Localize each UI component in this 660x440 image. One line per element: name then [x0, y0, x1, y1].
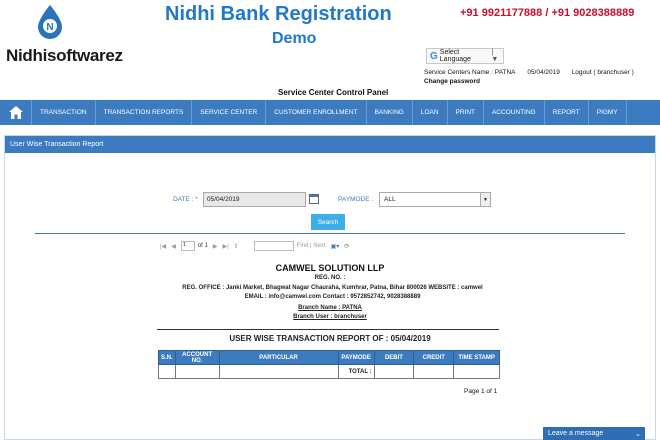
language-label: Select Language [439, 49, 471, 63]
previous-page-icon[interactable]: ◀ [171, 243, 176, 250]
table-cell [413, 364, 455, 379]
header: N Nidhisoftwarez Nidhi Bank Registration… [0, 0, 660, 100]
report-branch-user: Branch User : branchuser [293, 314, 367, 320]
column-header: CREDIT [413, 350, 455, 365]
table-cell [373, 364, 415, 379]
report-office-address: REG. OFFICE : Janki Market, Bhagwat Naga… [182, 285, 483, 300]
nav-print[interactable]: PRINT [448, 100, 485, 125]
home-icon [8, 106, 23, 119]
panel-title: User Wise Transaction Report [5, 136, 655, 153]
chat-label: Leave a message [548, 430, 604, 437]
table-cell [158, 364, 176, 379]
nav-transaction-reports[interactable]: TRANSACTION REPORTS [96, 100, 193, 125]
leave-message-widget[interactable]: Leave a message ⌄ [543, 427, 645, 440]
chevron-down-icon: ▼ [480, 193, 490, 206]
report-page-indicator: Page 1 of 1 [464, 388, 498, 395]
nav-accounting[interactable]: ACCOUNTING [484, 100, 545, 125]
change-password-link[interactable]: Change password [424, 78, 480, 85]
table-cell [453, 364, 500, 379]
nav-pigmy[interactable]: PIGMY [589, 100, 627, 125]
report-divider [157, 329, 499, 330]
table-header-row: S.N. ACCOUNT NO. PARTICULAR PAYMODE DEBI… [158, 350, 500, 365]
nav-banking[interactable]: BANKING [367, 100, 413, 125]
back-icon[interactable]: ⇕ [234, 243, 239, 250]
page-count: of 1 [197, 243, 208, 249]
report-toolbar: |◀ ◀ 1 of 1 ▶ ▶| ⇕ Find | Next ▣▾ ⟳ [160, 239, 500, 253]
dropdown-arrow-icon: |▼ [491, 49, 499, 63]
column-header: DEBIT [373, 350, 415, 365]
filter-row: DATE : * 05/04/2019 PAYMODE : ALL ▼ [5, 191, 655, 211]
last-page-icon[interactable]: ▶| [222, 243, 228, 250]
header-date: 05/04/2019 [527, 69, 560, 76]
find-next-links[interactable]: Find | Next [297, 243, 326, 249]
nidhi-logo-icon: N [38, 5, 62, 39]
page-number-input[interactable]: 1 [180, 241, 195, 251]
date-label: DATE : * [173, 196, 198, 203]
logo-text: Nidhisoftwarez [6, 46, 123, 65]
refresh-icon[interactable]: ⟳ [344, 243, 349, 250]
paymode-label: PAYMODE : [338, 196, 374, 203]
report-title: USER WISE TRANSACTION REPORT OF : 05/04/… [229, 334, 431, 343]
nav-loan[interactable]: LOAN [413, 100, 448, 125]
paymode-select[interactable]: ALL ▼ [379, 192, 491, 207]
divider [35, 233, 625, 234]
export-icon[interactable]: ▣▾ [331, 243, 340, 250]
control-panel-title: Service Center Control Panel [278, 88, 389, 97]
calendar-icon[interactable] [309, 194, 319, 204]
column-header: ACCOUNT NO. [174, 350, 220, 365]
column-header: PARTICULAR [218, 350, 339, 365]
table-row: TOTAL : [158, 364, 500, 379]
chevron-down-icon: ⌄ [635, 430, 641, 438]
home-button[interactable] [0, 100, 32, 125]
main-nav: TRANSACTION TRANSACTION REPORTS SERVICE … [0, 100, 660, 125]
table-cell [174, 364, 220, 379]
nav-service-center[interactable]: SERVICE CENTER [192, 100, 267, 125]
find-input[interactable] [253, 241, 294, 251]
nav-transaction[interactable]: TRANSACTION [32, 100, 96, 125]
report-branch-name: Branch Name : PATNA [298, 305, 362, 311]
logout-link[interactable]: Logout ( branchuser ) [572, 69, 634, 76]
phone-numbers: +91 9921177888 / +91 9028388889 [460, 7, 635, 19]
language-select[interactable]: G Select Language |▼ [426, 48, 504, 64]
next-page-icon[interactable]: ▶ [213, 243, 218, 250]
banner-title: Nidhi Bank Registration [165, 3, 392, 25]
logo-letter: N [46, 22, 53, 33]
report-reg-no: REG. NO. : [314, 275, 346, 281]
service-center-name: Service Centers Name : PATNA [424, 69, 516, 76]
date-input[interactable]: 05/04/2019 [203, 192, 306, 207]
nav-report[interactable]: REPORT [545, 100, 589, 125]
search-button[interactable]: Search [311, 214, 345, 230]
report-company: CAMWEL SOLUTION LLP [275, 263, 385, 273]
nav-customer-enrollment[interactable]: CUSTOMER ENROLLMENT [266, 100, 367, 125]
column-header: PAYMODE [337, 350, 375, 365]
total-label: TOTAL : [337, 364, 375, 379]
column-header: TIME STAMP [453, 350, 500, 365]
banner-subtitle: Demo [272, 30, 317, 47]
column-header: S.N. [158, 350, 176, 365]
table-cell [218, 364, 339, 379]
report-panel: User Wise Transaction Report DATE : * 05… [4, 135, 656, 440]
google-g-icon: G [430, 50, 438, 62]
first-page-icon[interactable]: |◀ [160, 243, 166, 250]
paymode-value: ALL [384, 196, 396, 203]
user-info: Service Centers Name : PATNA 05/04/2019 … [424, 69, 644, 76]
report-table: S.N. ACCOUNT NO. PARTICULAR PAYMODE DEBI… [158, 350, 500, 379]
